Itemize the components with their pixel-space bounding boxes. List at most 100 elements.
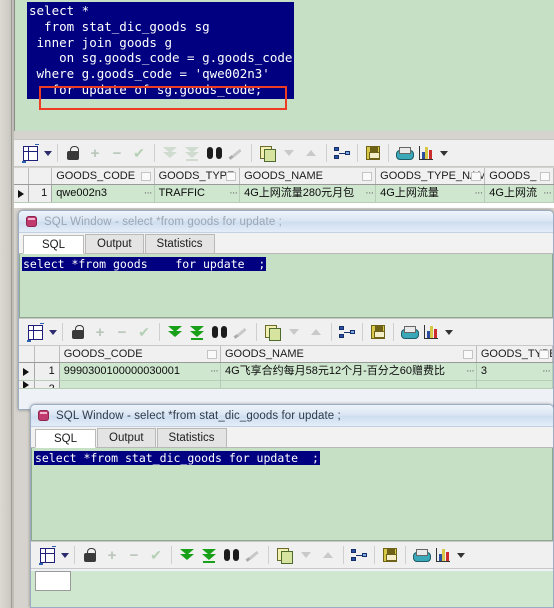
chart-dropdown[interactable]: [437, 142, 449, 164]
table-row[interactable]: 1 9990300100000030001 ··· 4G飞享合约每月58元12个月-百…: [19, 363, 553, 381]
edit-button[interactable]: [225, 142, 247, 164]
sql-window-stat-dic-goods[interactable]: SQL Window - select *from stat_dic_goods…: [30, 404, 554, 608]
grid-body[interactable]: 1 9990300100000030001 ··· 4G飞享合约每月58元12个月-百…: [19, 363, 553, 389]
sql-editor-main-text[interactable]: select * from stat_dic_goods sg inner jo…: [27, 2, 295, 99]
grid-column-header[interactable]: GOODS_NAME: [240, 168, 377, 184]
tab-statistics[interactable]: Statistics: [156, 428, 227, 447]
fetch-last-button[interactable]: [186, 321, 208, 343]
chart-button[interactable]: [432, 544, 454, 566]
grid-column-header[interactable]: GOODS_NAME: [220, 346, 477, 362]
expand-button[interactable]: [317, 544, 339, 566]
grid-dropdown[interactable]: [46, 321, 58, 343]
grid-toolbar-main[interactable]: + − ✔: [14, 139, 554, 167]
grid-corner[interactable]: [19, 346, 35, 362]
table-cell[interactable]: 4G上网流量 ···: [376, 185, 486, 202]
grid-column-header[interactable]: GOODS_: [485, 168, 554, 184]
chart-dropdown[interactable]: [442, 321, 454, 343]
copy-button[interactable]: [261, 321, 283, 343]
lock-button[interactable]: [79, 544, 101, 566]
flow-button[interactable]: [331, 142, 353, 164]
delete-button[interactable]: −: [111, 321, 133, 343]
fetch-next-button[interactable]: [176, 544, 198, 566]
table-cell[interactable]: 9990300100000030001 ···: [60, 363, 221, 380]
tab-sql[interactable]: SQL: [35, 429, 97, 448]
flow-button[interactable]: [348, 544, 370, 566]
results-grid-empty[interactable]: [31, 571, 553, 607]
grid-column-header[interactable]: GOODS_TYPE: [154, 168, 241, 184]
titlebar-stat-dic-goods[interactable]: SQL Window - select *from stat_dic_goods…: [31, 405, 553, 427]
save-button[interactable]: [362, 142, 384, 164]
sql-editor-stat-dic-goods-text[interactable]: select *from stat_dic_goods for update ;: [34, 451, 320, 465]
grid-view-button[interactable]: [19, 142, 41, 164]
grid-body[interactable]: 1 qwe002n3 ··· TRAFFIC ··· 4G上网流量280元月包 ··· 4G上…: [14, 185, 554, 203]
sql-editor-main-pane[interactable]: select * from stat_dic_goods sg inner jo…: [14, 0, 554, 131]
insert-button[interactable]: +: [84, 142, 106, 164]
flow-button[interactable]: [336, 321, 358, 343]
post-button[interactable]: ✔: [133, 321, 155, 343]
chart-dropdown[interactable]: [454, 544, 466, 566]
grid-toolbar-stat-dic-goods[interactable]: + − ✔: [31, 541, 553, 569]
lock-button[interactable]: [67, 321, 89, 343]
find-button[interactable]: [220, 544, 242, 566]
post-button[interactable]: ✔: [128, 142, 150, 164]
grid-column-header[interactable]: GOODS_CODE: [59, 346, 221, 362]
collapse-button[interactable]: [295, 544, 317, 566]
save-button[interactable]: [367, 321, 389, 343]
copy-button[interactable]: [256, 142, 278, 164]
grid-column-header[interactable]: GOODS_TYPE: [476, 346, 553, 362]
table-cell[interactable]: qwe002n3 ···: [52, 185, 155, 202]
table-row[interactable]: 2: [19, 381, 553, 389]
collapse-button[interactable]: [283, 321, 305, 343]
save-button[interactable]: [379, 544, 401, 566]
fetch-last-button[interactable]: [181, 142, 203, 164]
sql-editor-stat-dic-goods[interactable]: select *from stat_dic_goods for update ;: [31, 448, 553, 541]
tab-statistics[interactable]: Statistics: [144, 234, 215, 253]
table-cell[interactable]: 3 ···: [477, 363, 553, 380]
table-cell[interactable]: [221, 381, 477, 388]
table-cell[interactable]: [477, 381, 553, 388]
find-button[interactable]: [208, 321, 230, 343]
tab-output[interactable]: Output: [97, 428, 156, 447]
grid-column-header[interactable]: GOODS_TYPE_NAME: [376, 168, 486, 184]
table-cell[interactable]: 4G上网流 ···: [485, 185, 554, 202]
tab-sql[interactable]: SQL: [23, 235, 85, 254]
tab-output[interactable]: Output: [85, 234, 144, 253]
table-cell[interactable]: TRAFFIC ···: [155, 185, 241, 202]
sql-editor-goods-text[interactable]: select *from goods for update ;: [22, 257, 267, 271]
grid-view-button[interactable]: [24, 321, 46, 343]
delete-button[interactable]: −: [106, 142, 128, 164]
grid-toolbar-goods[interactable]: + − ✔: [19, 318, 553, 346]
titlebar-goods[interactable]: SQL Window - select *from goods for upda…: [19, 211, 553, 233]
grid-column-header[interactable]: GOODS_CODE: [52, 168, 155, 184]
tabstrip-goods[interactable]: SQL Output Statistics: [19, 233, 553, 254]
table-cell[interactable]: [60, 381, 221, 388]
expand-button[interactable]: [300, 142, 322, 164]
print-button[interactable]: [410, 544, 432, 566]
grid-dropdown[interactable]: [58, 544, 70, 566]
find-button[interactable]: [203, 142, 225, 164]
fetch-next-button[interactable]: [164, 321, 186, 343]
grid-view-button[interactable]: [36, 544, 58, 566]
delete-button[interactable]: −: [123, 544, 145, 566]
insert-button[interactable]: +: [101, 544, 123, 566]
print-button[interactable]: [398, 321, 420, 343]
sql-window-goods[interactable]: SQL Window - select *from goods for upda…: [18, 210, 554, 410]
fetch-last-button[interactable]: [198, 544, 220, 566]
results-grid-goods[interactable]: GOODS_CODE GOODS_NAME GOODS_TYPE 1 99903001…: [19, 346, 553, 389]
results-grid-main[interactable]: GOODS_CODE GOODS_TYPE GOODS_NAME GOODS_TYPE…: [14, 168, 554, 208]
edit-button[interactable]: [230, 321, 252, 343]
table-row[interactable]: 1 qwe002n3 ··· TRAFFIC ··· 4G上网流量280元月包 ··· 4G上…: [14, 185, 554, 203]
tabstrip-stat-dic-goods[interactable]: SQL Output Statistics: [31, 427, 553, 448]
sql-editor-goods[interactable]: select *from goods for update ;: [19, 254, 553, 318]
fetch-next-button[interactable]: [159, 142, 181, 164]
chart-button[interactable]: [420, 321, 442, 343]
copy-button[interactable]: [273, 544, 295, 566]
post-button[interactable]: ✔: [145, 544, 167, 566]
empty-grid-cell[interactable]: [35, 571, 71, 591]
print-button[interactable]: [393, 142, 415, 164]
chart-button[interactable]: [415, 142, 437, 164]
grid-corner[interactable]: [14, 168, 29, 184]
table-cell[interactable]: 4G上网流量280元月包 ···: [240, 185, 377, 202]
insert-button[interactable]: +: [89, 321, 111, 343]
grid-dropdown[interactable]: [41, 142, 53, 164]
